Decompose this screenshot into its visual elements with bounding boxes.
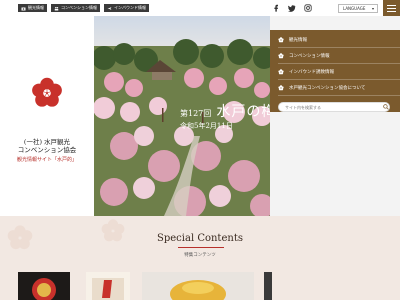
plum-flower-icon xyxy=(278,84,284,90)
nav-item-label: インバウンド誘致情報 xyxy=(289,69,334,75)
plum-flower-icon xyxy=(278,52,284,58)
twitter-icon[interactable] xyxy=(288,3,296,12)
card-image xyxy=(142,272,254,300)
hero-title-text: 水戸の梅 xyxy=(216,104,277,120)
camera-icon xyxy=(21,7,26,10)
plum-flower-icon xyxy=(278,36,284,42)
search-icon[interactable] xyxy=(383,104,389,110)
plum-flower-icon xyxy=(278,68,284,74)
language-label: LANGUAGE xyxy=(343,6,366,11)
hero-date: 令和5年2月11日 xyxy=(180,122,233,130)
nav-item-label: コンベンション情報 xyxy=(289,53,330,59)
menu-line xyxy=(387,7,396,9)
nav-item-label: 水戸観光コンベンション協会について xyxy=(289,85,366,91)
org-name-line2: コンベンション協会 xyxy=(17,146,77,154)
dropdown-nav: 観光情報 コンベンション情報 インバウンド誘致情報 水戸観光コンベンション協会に… xyxy=(270,16,400,216)
top-link-sightseeing[interactable]: 観光情報 xyxy=(18,4,47,12)
content-card[interactable] xyxy=(142,272,254,300)
instagram-icon[interactable] xyxy=(304,3,312,12)
menu-line xyxy=(387,10,396,12)
page: 観光情報 コンベンション情報 インバウンド情報 LANGUAGE ▾ (一社) … xyxy=(0,0,400,300)
search-input[interactable] xyxy=(278,102,390,112)
nav-item-sightseeing[interactable]: 観光情報 xyxy=(278,32,400,48)
card-image xyxy=(18,272,70,300)
content-card[interactable] xyxy=(264,272,272,300)
content-card[interactable] xyxy=(18,272,70,300)
special-contents-title: Special Contents xyxy=(157,233,243,244)
top-link-inbound[interactable]: インバウンド情報 xyxy=(104,4,149,12)
content-card[interactable] xyxy=(86,272,130,300)
org-subtitle: 観光情報サイト「水戸的」 xyxy=(16,157,77,163)
hero-title: 第127回 水戸の梅 xyxy=(180,101,276,121)
logo-panel: (一社) 水戸観光 コンベンション協会 観光情報サイト「水戸的」 xyxy=(0,16,94,216)
card-image xyxy=(86,272,130,300)
top-link-label: コンベンション情報 xyxy=(61,5,97,10)
chevron-down-icon: ▾ xyxy=(371,6,374,11)
people-icon xyxy=(54,6,59,10)
top-link-label: インバウンド情報 xyxy=(114,5,146,10)
special-contents-subtitle: 特集コンテンツ xyxy=(184,253,216,258)
hero-edition: 第127回 xyxy=(180,109,212,118)
title-underline xyxy=(178,247,224,248)
plum-blossom-logo[interactable] xyxy=(30,76,64,110)
plane-icon xyxy=(107,6,112,10)
card-image xyxy=(264,272,272,300)
language-select[interactable]: LANGUAGE ▾ xyxy=(338,4,378,13)
menu-line xyxy=(387,4,396,6)
top-link-label: 観光情報 xyxy=(28,5,44,10)
nav-item-about[interactable]: 水戸観光コンベンション協会について xyxy=(278,80,400,96)
top-link-convention[interactable]: コンベンション情報 xyxy=(51,4,100,12)
org-name: (一社) 水戸観光 コンベンション協会 xyxy=(0,138,94,154)
top-bar: 観光情報 コンベンション情報 インバウンド情報 LANGUAGE ▾ xyxy=(0,0,400,16)
nav-item-label: 観光情報 xyxy=(289,37,307,43)
social-links xyxy=(272,3,312,12)
org-name-line1: (一社) 水戸観光 xyxy=(23,138,71,146)
nav-item-convention[interactable]: コンベンション情報 xyxy=(278,48,400,64)
top-links: 観光情報 コンベンション情報 インバウンド情報 xyxy=(18,4,149,12)
hamburger-menu-button[interactable] xyxy=(383,0,400,16)
nav-item-inbound[interactable]: インバウンド誘致情報 xyxy=(278,64,400,80)
facebook-icon[interactable] xyxy=(272,3,280,12)
